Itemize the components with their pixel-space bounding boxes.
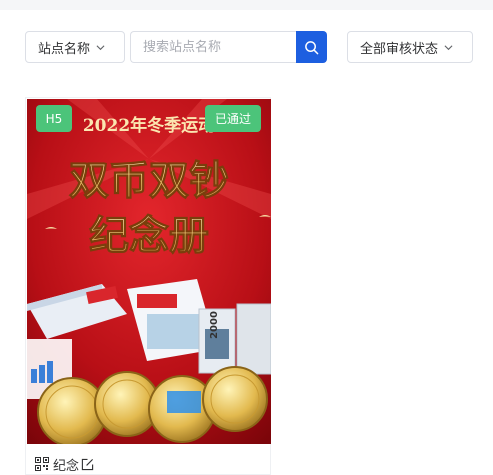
search-box — [130, 31, 327, 63]
status-badge: 已通过 — [205, 105, 261, 132]
site-cover-image[interactable]: 2022年冬季运动 双币双钞 纪念册 2000 — [27, 99, 271, 444]
search-button[interactable] — [296, 31, 327, 63]
chevron-down-icon — [444, 44, 453, 50]
banknote-2000: 2000 — [198, 308, 236, 374]
gold-coin-4 — [202, 366, 268, 432]
site-card[interactable]: 2022年冬季运动 双币双钞 纪念册 2000 H5 已通过 纪念 — [25, 97, 271, 475]
card-footer: 纪念 — [35, 455, 94, 474]
review-status-select-label: 全部审核状态 — [360, 41, 439, 57]
type-badge: H5 — [36, 105, 72, 132]
search-icon — [305, 40, 319, 54]
commemorative-album-illustration: 2022年冬季运动 双币双钞 纪念册 2000 — [27, 99, 271, 444]
cover-headline-1: 双币双钞 — [69, 157, 229, 204]
site-name-select[interactable]: 站点名称 — [25, 31, 125, 63]
cover-top-text: 2022年冬季运动 — [83, 115, 215, 136]
cover-headline-2: 纪念册 — [89, 212, 209, 259]
banknote-value: 2000 — [209, 311, 220, 339]
site-name-text: 纪念 — [53, 458, 80, 474]
chevron-down-icon — [96, 44, 105, 50]
filter-bar: 站点名称 全部审核状态 — [25, 31, 493, 63]
review-status-select[interactable]: 全部审核状态 — [347, 31, 473, 63]
banknote-right — [236, 303, 271, 375]
edit-icon[interactable] — [81, 458, 94, 471]
search-input[interactable] — [130, 31, 298, 63]
site-name-select-label: 站点名称 — [38, 41, 91, 57]
qr-code-icon[interactable] — [35, 457, 49, 471]
